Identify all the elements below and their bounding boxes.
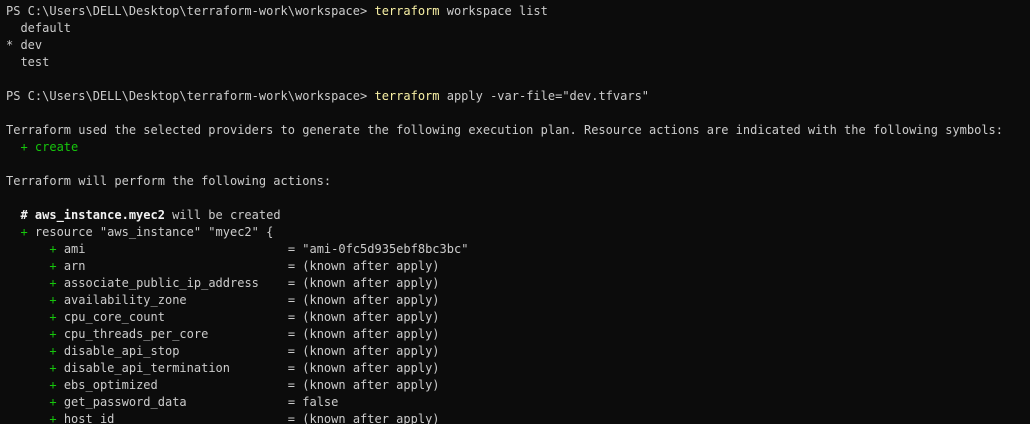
attribute-name: ami bbox=[63, 242, 86, 256]
plus-symbol: + bbox=[49, 395, 57, 409]
attribute-name: cpu_core_count bbox=[63, 310, 165, 324]
attribute-line: + disable_api_stop = (known after apply) bbox=[0, 343, 1030, 360]
workspace-item: test bbox=[6, 55, 50, 69]
attribute-value: = (known after apply) bbox=[287, 378, 440, 392]
create-label: create bbox=[27, 140, 79, 154]
resource-header-line: + resource "aws_instance" "myec2" { bbox=[0, 224, 1030, 241]
workspace-item-current: * dev bbox=[6, 38, 43, 52]
attribute-line: + cpu_threads_per_core = (known after ap… bbox=[0, 326, 1030, 343]
attribute-line: + host_id = (known after apply) bbox=[0, 411, 1030, 424]
attribute-list: + ami = "ami-0fc5d935ebf8bc3bc" + arn = … bbox=[0, 241, 1030, 424]
attribute-name: availability_zone bbox=[63, 293, 187, 307]
terminal-window[interactable]: PS C:\Users\DELL\Desktop\terraform-work\… bbox=[0, 0, 1030, 424]
plus-symbol: + bbox=[49, 242, 57, 256]
attribute-name: cpu_threads_per_core bbox=[63, 327, 209, 341]
attribute-line: + associate_public_ip_address = (known a… bbox=[0, 275, 1030, 292]
attribute-value: = (known after apply) bbox=[287, 327, 440, 341]
plus-symbol: + bbox=[49, 310, 57, 324]
plus-symbol: + bbox=[49, 327, 57, 341]
create-symbol-line: + create bbox=[0, 139, 1030, 156]
resource-header-text: resource "aws_instance" "myec2" { bbox=[27, 225, 274, 239]
plus-symbol: + bbox=[20, 225, 28, 239]
attribute-name: get_password_data bbox=[63, 395, 187, 409]
comment-hash: # bbox=[20, 208, 35, 222]
prompt: PS C:\Users\DELL\Desktop\terraform-work\… bbox=[6, 4, 375, 18]
attribute-line: + availability_zone = (known after apply… bbox=[0, 292, 1030, 309]
resource-comment-suffix: will be created bbox=[164, 208, 281, 222]
plus-symbol: + bbox=[49, 344, 57, 358]
attribute-line: + arn = (known after apply) bbox=[0, 258, 1030, 275]
attribute-line: + ebs_optimized = (known after apply) bbox=[0, 377, 1030, 394]
prompt-line-apply: PS C:\Users\DELL\Desktop\terraform-work\… bbox=[0, 88, 1030, 105]
resource-comment-line: # aws_instance.myec2 will be created bbox=[0, 207, 1030, 224]
plus-symbol: + bbox=[49, 361, 57, 375]
attribute-name: disable_api_termination bbox=[63, 361, 230, 375]
attribute-value: = (known after apply) bbox=[287, 259, 440, 273]
resource-address: aws_instance.myec2 bbox=[34, 208, 165, 222]
command-args: apply -var-file="dev.tfvars" bbox=[439, 89, 650, 103]
attribute-value: = (known after apply) bbox=[287, 361, 440, 375]
attribute-line: + cpu_core_count = (known after apply) bbox=[0, 309, 1030, 326]
workspace-item: default bbox=[6, 21, 72, 35]
attribute-name: disable_api_stop bbox=[63, 344, 180, 358]
command-args: workspace list bbox=[439, 4, 548, 18]
prompt: PS C:\Users\DELL\Desktop\terraform-work\… bbox=[6, 89, 375, 103]
attribute-value: = (known after apply) bbox=[287, 344, 440, 358]
plan-intro-text: Terraform used the selected providers to… bbox=[6, 123, 1003, 137]
attribute-value: = (known after apply) bbox=[287, 310, 440, 324]
plus-symbol: + bbox=[49, 259, 57, 273]
attribute-line: + ami = "ami-0fc5d935ebf8bc3bc" bbox=[0, 241, 1030, 258]
plus-symbol: + bbox=[49, 412, 57, 424]
attribute-line: + get_password_data = false bbox=[0, 394, 1030, 411]
attribute-name: ebs_optimized bbox=[63, 378, 158, 392]
plus-symbol: + bbox=[20, 140, 28, 154]
perform-actions-text: Terraform will perform the following act… bbox=[6, 174, 332, 188]
plus-symbol: + bbox=[49, 276, 57, 290]
command-name: terraform bbox=[374, 89, 440, 103]
plus-symbol: + bbox=[49, 293, 57, 307]
attribute-line: + disable_api_termination = (known after… bbox=[0, 360, 1030, 377]
plus-symbol: + bbox=[49, 378, 57, 392]
attribute-value: = (known after apply) bbox=[287, 276, 440, 290]
attribute-value: = (known after apply) bbox=[287, 412, 440, 424]
attribute-name: host_id bbox=[63, 412, 115, 424]
attribute-value: = "ami-0fc5d935ebf8bc3bc" bbox=[287, 242, 469, 256]
attribute-value: = (known after apply) bbox=[287, 293, 440, 307]
command-name: terraform bbox=[374, 4, 440, 18]
attribute-value: = false bbox=[287, 395, 339, 409]
attribute-name: associate_public_ip_address bbox=[63, 276, 259, 290]
prompt-line-workspace-list: PS C:\Users\DELL\Desktop\terraform-work\… bbox=[0, 3, 1030, 20]
attribute-name: arn bbox=[63, 259, 86, 273]
